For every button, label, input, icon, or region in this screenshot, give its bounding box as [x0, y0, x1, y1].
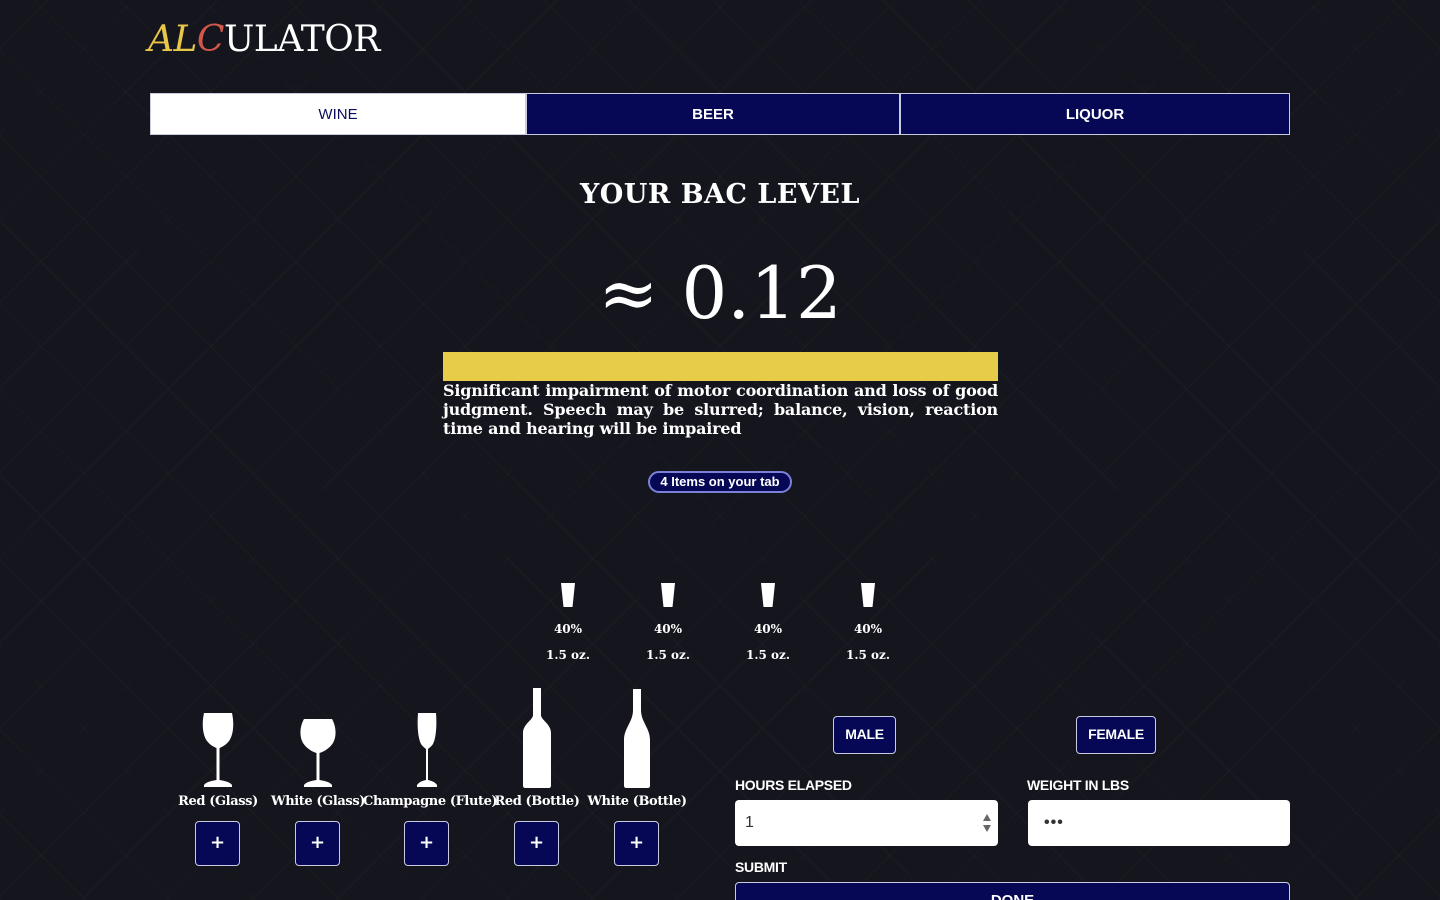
drink-label: Champagne (Flute)	[363, 794, 498, 809]
female-button[interactable]: FEMALE	[1076, 716, 1156, 754]
tab-wine[interactable]: WINE	[150, 93, 526, 135]
red-wine-bottle-icon	[523, 688, 551, 788]
male-button[interactable]: MALE	[833, 716, 896, 754]
logo-part-al: AL	[148, 19, 197, 60]
add-white-bottle-button[interactable]: +	[614, 821, 659, 866]
add-champagne-flute-button[interactable]: +	[404, 821, 449, 866]
bac-level-bar-fill	[443, 352, 998, 381]
shot-abv: 40%	[553, 622, 583, 636]
add-white-glass-button[interactable]: +	[295, 821, 340, 866]
shot-glass-icon	[561, 583, 575, 607]
white-wine-bottle-icon	[624, 689, 650, 788]
add-red-glass-button[interactable]: +	[195, 821, 240, 866]
drink-label: White (Bottle)	[587, 794, 687, 809]
white-wine-glass-icon	[300, 719, 336, 787]
shot-size: 1.5 oz.	[745, 648, 791, 662]
drink-type-tabs: WINE BEER LIQUOR	[150, 93, 1290, 135]
app-logo: ALCULATOR	[148, 18, 380, 62]
weight-input[interactable]: •••	[1028, 800, 1290, 846]
shot-size: 1.5 oz.	[845, 648, 891, 662]
tab-item-shot: 40% 1.5 oz.	[638, 582, 698, 662]
shot-glass-icon	[761, 583, 775, 607]
tab-item-shot: 40% 1.5 oz.	[838, 582, 898, 662]
shot-size: 1.5 oz.	[645, 648, 691, 662]
red-wine-glass-icon	[202, 713, 234, 787]
shot-abv: 40%	[853, 622, 883, 636]
done-button[interactable]: DONE	[735, 882, 1290, 900]
tab-beer[interactable]: BEER	[526, 93, 900, 135]
bac-level-bar	[443, 352, 998, 381]
tab-liquor[interactable]: LIQUOR	[900, 93, 1290, 135]
weight-label: WEIGHT IN LBS	[1027, 777, 1129, 793]
bac-value: ≈ 0.12	[598, 251, 842, 335]
shot-glass-icon	[661, 583, 675, 607]
shot-abv: 40%	[653, 622, 683, 636]
submit-label: SUBMIT	[735, 859, 787, 875]
hours-elapsed-input[interactable]: 1	[735, 800, 998, 846]
shot-glass-icon	[861, 583, 875, 607]
champagne-flute-icon	[417, 713, 437, 787]
tab-item-shot: 40% 1.5 oz.	[738, 582, 798, 662]
bac-title: YOUR BAC LEVEL	[580, 179, 860, 210]
drink-item-white-bottle: White (Bottle) +	[573, 683, 701, 868]
add-red-bottle-button[interactable]: +	[514, 821, 559, 866]
hours-elapsed-label: HOURS ELAPSED	[735, 777, 852, 793]
shot-abv: 40%	[753, 622, 783, 636]
hours-elapsed-value: 1	[745, 814, 754, 831]
logo-part-c: C	[196, 19, 225, 60]
tab-item-shot: 40% 1.5 oz.	[538, 582, 598, 662]
tab-count-badge[interactable]: 4 Items on your tab	[648, 471, 792, 493]
weight-value: •••	[1044, 814, 1064, 831]
number-spinner-icon[interactable]	[982, 812, 992, 834]
shot-size: 1.5 oz.	[545, 648, 591, 662]
logo-part-ulator: ULATOR	[223, 19, 380, 60]
bac-description: Significant impairment of motor coordina…	[443, 381, 998, 438]
drink-item-champagne-flute: Champagne (Flute) +	[363, 683, 498, 868]
